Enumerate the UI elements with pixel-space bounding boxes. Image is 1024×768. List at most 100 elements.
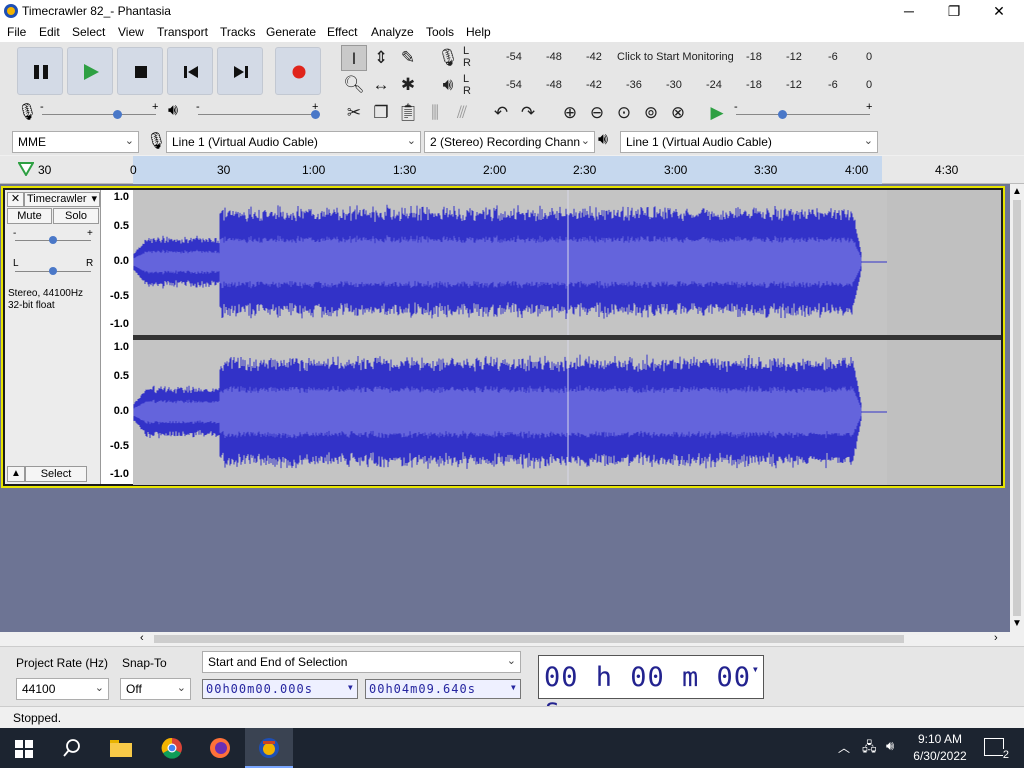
menu-view[interactable]: View (118, 25, 144, 39)
chevron-up-icon[interactable]: ︿ (838, 739, 850, 756)
stop-icon (135, 66, 147, 78)
recording-device-select[interactable]: Line 1 (Virtual Audio Cable) ⌄ (166, 131, 421, 153)
record-meter[interactable]: -54 -48 -42 Click to Start Monitoring -1… (474, 45, 878, 69)
network-icon[interactable]: 🖧︎ (862, 738, 877, 760)
slider-thumb[interactable] (311, 110, 320, 119)
select-track-button[interactable]: Select (25, 466, 87, 482)
notification-center-button[interactable]: 2 (984, 738, 1009, 761)
horizontal-scrollbar[interactable]: ‹ › (0, 632, 1010, 646)
firefox-button[interactable] (196, 728, 244, 768)
close-button[interactable]: ✕ (976, 0, 1022, 22)
skip-to-end-button[interactable] (217, 47, 263, 95)
start-button[interactable] (0, 728, 48, 768)
paste-button[interactable]: 📋︎ (395, 100, 421, 126)
menu-analyze[interactable]: Analyze (371, 25, 414, 39)
menu-transport[interactable]: Transport (157, 25, 208, 39)
meter-tick: -24 (706, 79, 722, 91)
scroll-left-icon[interactable]: ‹ (140, 632, 144, 644)
scroll-thumb[interactable] (1013, 200, 1021, 616)
silence-button[interactable]: ⫻ (449, 100, 475, 126)
play-speed-slider[interactable]: - + (734, 101, 874, 123)
menu-generate[interactable]: Generate (266, 25, 316, 39)
audio-track[interactable]: ✕ Timecrawler ▾ Mute Solo - + L R Stereo,… (1, 186, 1005, 488)
meter-tick: -48 (546, 79, 562, 91)
scroll-right-icon[interactable]: › (994, 632, 998, 644)
timeline-ruler[interactable]: 30 0 30 1:00 1:30 2:00 2:30 3:00 3:30 4:… (0, 156, 1024, 184)
menu-file[interactable]: File (7, 25, 26, 39)
redo-button[interactable]: ↷ (515, 100, 541, 126)
menu-bar: File Edit Select View Transport Tracks G… (0, 22, 1024, 42)
zoom-tool[interactable]: 🔍︎ (341, 72, 367, 98)
restore-button[interactable]: ❐ (931, 0, 977, 22)
playback-meter[interactable]: -54 -48 -42 -36 -30 -24 -18 -12 -6 0 (474, 73, 878, 97)
zoom-in-button[interactable]: ⊕ (557, 100, 583, 126)
selection-end-time[interactable]: 00h04m09.640s ▾ (365, 679, 521, 699)
playback-meter-button[interactable]: 🔊︎ (435, 72, 461, 98)
solo-button[interactable]: Solo (53, 208, 99, 224)
monitoring-prompt[interactable]: Click to Start Monitoring (617, 51, 734, 63)
fit-selection-button[interactable]: ⊙ (611, 100, 637, 126)
stop-button[interactable] (117, 47, 163, 95)
zoom-out-button[interactable]: ⊖ (584, 100, 610, 126)
menu-tracks[interactable]: Tracks (220, 25, 256, 39)
menu-edit[interactable]: Edit (39, 25, 60, 39)
audacity-taskbar-button[interactable] (245, 728, 293, 768)
project-rate-select[interactable]: 44100 ⌄ (16, 678, 109, 700)
tracks-panel[interactable]: ✕ Timecrawler ▾ Mute Solo - + L R Stereo,… (0, 184, 1010, 632)
scroll-thumb[interactable] (154, 635, 904, 643)
selection-tool[interactable]: I (341, 45, 367, 71)
record-volume-slider[interactable]: - + (40, 101, 160, 123)
envelope-tool[interactable]: ⇕ (368, 45, 394, 71)
play-icon (84, 64, 99, 80)
draw-tool[interactable]: ✎ (395, 45, 421, 71)
pan-slider[interactable]: L R (13, 258, 93, 278)
play-head-icon[interactable] (18, 162, 34, 176)
menu-help[interactable]: Help (466, 25, 491, 39)
close-track-button[interactable]: ✕ (7, 192, 24, 207)
undo-button[interactable]: ↶ (488, 100, 514, 126)
cut-button[interactable]: ✂ (341, 100, 367, 126)
play-at-speed-button[interactable]: ▶ (704, 100, 730, 126)
slider-thumb[interactable] (49, 236, 57, 244)
waveform-right-channel[interactable] (133, 340, 1001, 485)
menu-tools[interactable]: Tools (426, 25, 454, 39)
record-meter-button[interactable]: 🎙︎ (435, 45, 461, 71)
selection-mode-select[interactable]: Start and End of Selection ⌄ (202, 651, 521, 673)
time-shift-tool[interactable]: ↔ (368, 72, 394, 98)
clock[interactable]: 9:10 AM 6/30/2022 (908, 732, 972, 763)
file-explorer-button[interactable] (97, 728, 145, 768)
minimize-button[interactable]: ─ (886, 0, 932, 22)
mute-button[interactable]: Mute (7, 208, 52, 224)
scroll-up-icon[interactable]: ▲ (1012, 186, 1022, 197)
trim-button[interactable]: ⫼ (422, 100, 448, 126)
search-button[interactable] (48, 728, 96, 768)
snap-to-select[interactable]: Off ⌄ (120, 678, 191, 700)
play-button[interactable] (67, 47, 113, 95)
slider-thumb[interactable] (49, 267, 57, 275)
waveform-left-channel[interactable] (133, 190, 1001, 335)
collapse-track-button[interactable]: ▲ (7, 466, 25, 482)
selection-start-time[interactable]: 00h00m00.000s ▾ (202, 679, 358, 699)
slider-thumb[interactable] (113, 110, 122, 119)
volume-icon[interactable]: 🔊︎ (886, 738, 894, 754)
playback-device-select[interactable]: Line 1 (Virtual Audio Cable) ⌄ (620, 131, 878, 153)
multi-tool[interactable]: ✱ (395, 72, 421, 98)
playback-volume-slider[interactable]: - + (196, 101, 320, 123)
menu-select[interactable]: Select (72, 25, 105, 39)
copy-button[interactable]: ❐ (368, 100, 394, 126)
recording-channels-select[interactable]: 2 (Stereo) Recording Chann ⌄ (424, 131, 595, 153)
slider-thumb[interactable] (778, 110, 787, 119)
skip-to-start-button[interactable] (167, 47, 213, 95)
fit-project-button[interactable]: ⊚ (638, 100, 664, 126)
track-name-menu[interactable]: Timecrawler ▾ (24, 192, 100, 207)
pause-button[interactable] (17, 47, 63, 95)
scroll-down-icon[interactable]: ▼ (1012, 618, 1022, 629)
record-button[interactable] (275, 47, 321, 95)
zoom-toggle-button[interactable]: ⊗ (665, 100, 691, 126)
audio-position-display[interactable]: 00 h 00 m 00 s▾ (538, 655, 764, 724)
gain-slider[interactable]: - + (13, 228, 93, 248)
vertical-scrollbar[interactable]: ▲ ▼ (1010, 184, 1024, 632)
chrome-button[interactable] (148, 728, 196, 768)
audio-host-select[interactable]: MME ⌄ (12, 131, 139, 153)
menu-effect[interactable]: Effect (327, 25, 357, 39)
